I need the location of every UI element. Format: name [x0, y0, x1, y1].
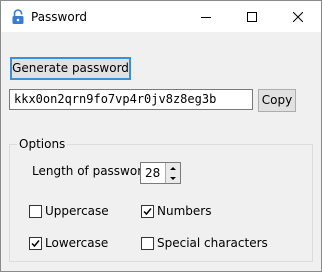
window-title: Password — [31, 10, 88, 24]
checkmark-icon — [143, 208, 152, 216]
copy-button[interactable]: Copy — [258, 89, 296, 112]
numbers-checkbox[interactable] — [141, 205, 154, 218]
special-characters-label[interactable]: Special characters — [157, 236, 268, 251]
minimize-button[interactable] — [183, 1, 229, 32]
close-button[interactable] — [275, 1, 321, 32]
generate-password-button[interactable]: Generate password — [10, 57, 131, 80]
length-decrement-button[interactable] — [165, 173, 180, 183]
title-bar[interactable]: Password — [1, 1, 321, 32]
length-stepper[interactable]: 28 — [140, 162, 181, 184]
numbers-label[interactable]: Numbers — [157, 204, 211, 219]
password-window: Password Generate password kkx0on2qrn9fo… — [0, 0, 322, 272]
lowercase-label[interactable]: Lowercase — [45, 236, 108, 251]
checkmark-icon — [31, 240, 40, 248]
options-group-title: Options — [17, 137, 68, 151]
lock-icon — [12, 9, 24, 24]
maximize-icon — [247, 11, 257, 22]
uppercase-label[interactable]: Uppercase — [45, 204, 109, 219]
password-field[interactable]: kkx0on2qrn9fo7vp4r0jv8z8eg3b — [9, 89, 253, 110]
maximize-button[interactable] — [229, 1, 275, 32]
length-value[interactable]: 28 — [145, 165, 160, 181]
length-label: Length of password — [32, 164, 150, 178]
minimize-icon — [201, 16, 211, 18]
lowercase-checkbox[interactable] — [29, 237, 42, 250]
uppercase-checkbox[interactable] — [29, 205, 42, 218]
special-characters-checkbox[interactable] — [141, 237, 154, 250]
close-icon — [293, 11, 303, 22]
chevron-down-icon — [170, 177, 176, 180]
